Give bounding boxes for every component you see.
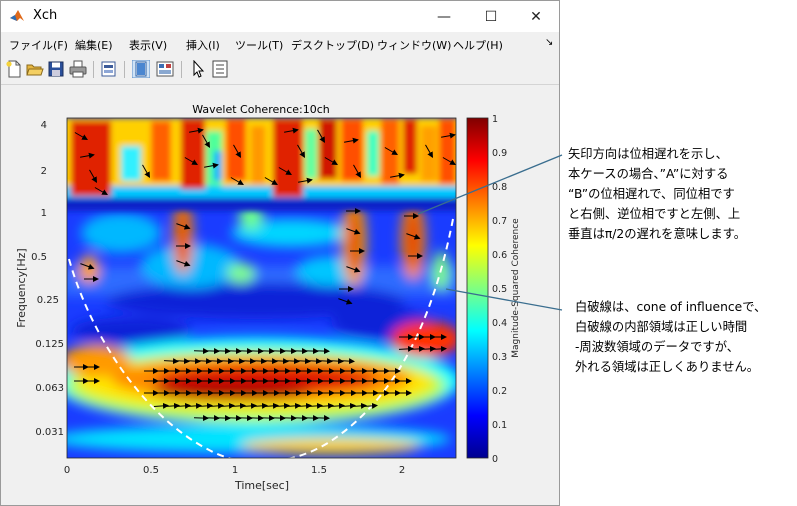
colorbar-tick-label: 0.4: [492, 318, 507, 329]
x-tick-label: 0.5: [143, 465, 159, 476]
colorbar-tick-label: 1: [492, 114, 498, 125]
y-tick-label: 4: [41, 120, 47, 131]
annotation-line: 矢印方向は位相遅れを示し、: [568, 147, 728, 161]
menu-tools[interactable]: ツール(T): [235, 37, 283, 53]
annotation-arrow-note: 矢印方向は位相遅れを示し、 本ケースの場合、”A”に対する “B”の位相遅れで、…: [568, 144, 746, 244]
property-inspector-icon[interactable]: [211, 60, 229, 78]
y-tick-label: 0.031: [35, 427, 64, 438]
toolbar-separator: [93, 61, 94, 78]
colorbar-tick-label: 0.6: [492, 250, 507, 261]
close-button[interactable]: ✕: [513, 1, 559, 32]
annotation-line: 白破線の内部領域は正しい時間: [575, 320, 748, 334]
y-tick-label: 2: [41, 166, 47, 177]
colorbar-tick-label: 0: [492, 454, 498, 465]
colorbar-tick-label: 0.9: [492, 148, 507, 159]
save-icon[interactable]: [47, 60, 65, 78]
y-axis-label: Frequency[Hz]: [15, 248, 28, 327]
toolbar-separator: [181, 61, 182, 78]
annotation-line: -周波数領域のデータですが、: [575, 340, 740, 354]
annotation-line: 垂直はπ/2の遅れを意味します。: [568, 227, 746, 241]
colorbar-tick-label: 0.7: [492, 216, 507, 227]
maximize-button[interactable]: ☐: [468, 1, 514, 32]
menu-help[interactable]: ヘルプ(H): [453, 37, 503, 53]
x-tick-label: 1.5: [311, 465, 327, 476]
y-tick-label: 0.063: [35, 383, 64, 394]
y-tick-label: 0.25: [37, 295, 59, 306]
hide-plot-tools-icon[interactable]: [132, 60, 150, 78]
coherence-heatmap: [67, 118, 456, 458]
menu-desktop[interactable]: デスクトップ(D): [291, 37, 374, 53]
colorbar: [466, 117, 489, 459]
figure-toolbar: [1, 56, 559, 85]
menu-view[interactable]: 表示(V): [129, 37, 167, 53]
menu-insert[interactable]: 挿入(I): [186, 37, 220, 53]
x-tick-label: 1: [232, 465, 238, 476]
annotation-line: “B”の位相遅れで、同位相です: [568, 187, 735, 201]
menu-file[interactable]: ファイル(F): [9, 37, 68, 53]
y-tick-label: 0.125: [35, 339, 64, 350]
y-tick-label: 1: [41, 208, 47, 219]
colorbar-tick-label: 0.8: [492, 182, 507, 193]
colorbar-tick-label: 0.1: [492, 420, 507, 431]
x-tick-label: 0: [64, 465, 70, 476]
open-file-icon[interactable]: [26, 60, 44, 78]
figure-canvas: Wavelet Coherence:10ch 4 2 1 0.5 0.25 0.…: [2, 85, 559, 505]
dock-figure-icon[interactable]: ↘: [545, 37, 553, 48]
annotation-coi-note: 白破線は、cone of influenceで、 白破線の内部領域は正しい時間 …: [575, 297, 766, 377]
x-axis-label: Time[sec]: [234, 479, 289, 492]
menu-edit[interactable]: 編集(E): [75, 37, 113, 53]
new-figure-icon[interactable]: [5, 60, 23, 78]
menu-bar: ファイル(F) 編集(E) 表示(V) 挿入(I) ツール(T) デスクトップ(…: [1, 32, 559, 56]
colorbar-tick-label: 0.5: [492, 284, 507, 295]
chart-title: Wavelet Coherence:10ch: [192, 103, 330, 116]
print-icon[interactable]: [69, 60, 87, 78]
annotation-line: 外れる領域は正しくありません。: [575, 360, 760, 374]
colorbar-label: Magnitude-Squared Coherence: [511, 218, 521, 358]
menu-window[interactable]: ウィンドウ(W): [377, 37, 451, 53]
show-plot-tools-icon[interactable]: [156, 60, 174, 78]
print-preview-icon[interactable]: [100, 60, 118, 78]
annotation-line: 本ケースの場合、”A”に対する: [568, 167, 729, 181]
y-tick-label: 0.5: [31, 252, 47, 263]
colorbar-tick-label: 0.3: [492, 352, 507, 363]
minimize-button[interactable]: —: [421, 1, 467, 32]
annotation-line: と右側、逆位相ですと左側、上: [568, 207, 741, 221]
title-bar: Xch — ☐ ✕: [1, 1, 559, 32]
figure-window: Xch — ☐ ✕ ファイル(F) 編集(E) 表示(V) 挿入(I) ツール(…: [0, 0, 560, 506]
edit-plot-cursor-icon[interactable]: [189, 60, 207, 78]
annotation-line: 白破線は、cone of influenceで、: [575, 300, 767, 314]
window-title: Xch: [33, 8, 58, 23]
toolbar-separator: [124, 61, 125, 78]
x-tick-label: 2: [399, 465, 405, 476]
matlab-logo-icon: [10, 10, 24, 21]
colorbar-tick-label: 0.2: [492, 386, 507, 397]
